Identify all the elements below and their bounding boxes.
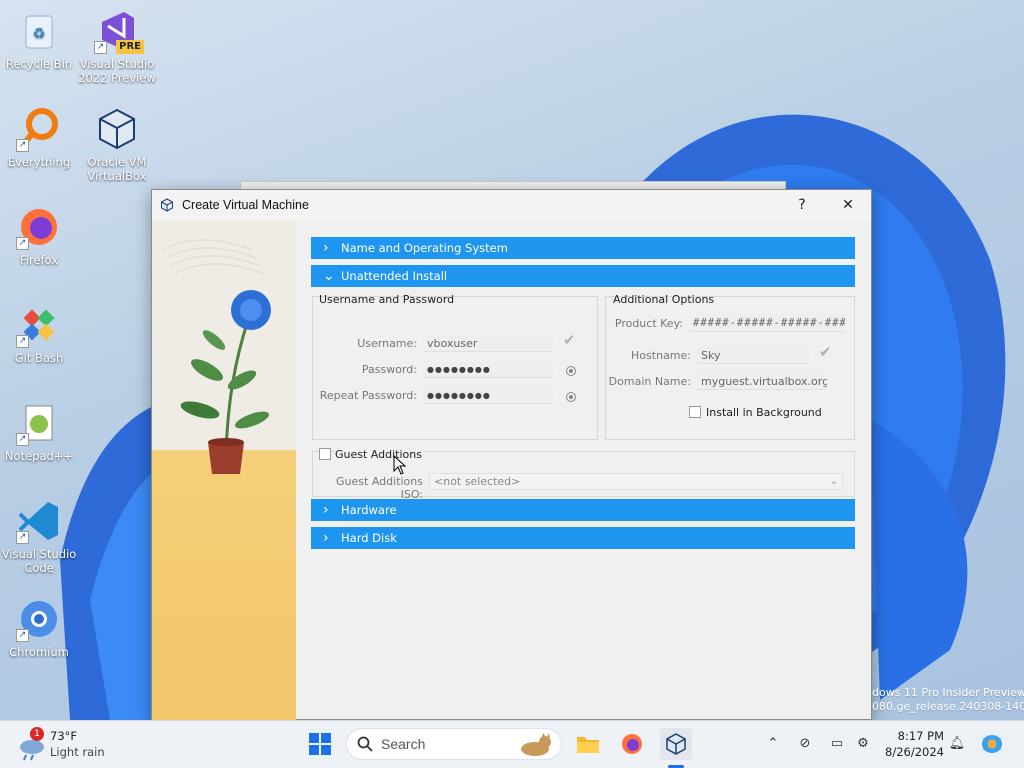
- section-name-and-os[interactable]: › Name and Operating System: [311, 237, 855, 259]
- guest-additions-checkbox[interactable]: [319, 448, 331, 460]
- desktop-icon-chromium[interactable]: ↗ Chromium: [0, 596, 78, 659]
- wizard-content: › Name and Operating System ⌄ Unattended…: [311, 237, 855, 555]
- hostname-input[interactable]: Sky: [697, 347, 809, 364]
- shortcut-arrow-icon: ↗: [16, 335, 29, 348]
- shortcut-arrow-icon: ↗: [16, 139, 29, 152]
- desktop-icon-virtualbox[interactable]: Oracle VM VirtualBox: [78, 106, 156, 183]
- search-label: Search: [381, 736, 426, 752]
- install-in-background-checkbox[interactable]: [689, 406, 701, 418]
- show-hidden-icons-chevron-up-icon[interactable]: ⌃: [764, 734, 782, 752]
- section-hard-disk[interactable]: › Hard Disk: [311, 527, 855, 549]
- chevron-right-icon: ›: [323, 530, 329, 546]
- create-vm-dialog: Create Virtual Machine ? ✕ › Name and Op…: [151, 189, 872, 720]
- username-valid-check-icon: ✔: [563, 331, 576, 349]
- recycle-bin-icon: ♻: [16, 8, 62, 54]
- desktop-icon-recycle-bin[interactable]: ♻ Recycle Bin: [0, 8, 78, 71]
- desktop-icon-everything[interactable]: ↗ Everything: [0, 106, 78, 169]
- magnifier-icon: ↗: [16, 106, 62, 152]
- taskbar-clock[interactable]: 8:17 PM 8/26/2024: [880, 728, 944, 760]
- display-icon[interactable]: ▭: [828, 734, 846, 752]
- hostname-valid-check-icon: ✔: [819, 343, 832, 361]
- copilot-icon: [982, 735, 1002, 753]
- guest-additions-label[interactable]: Guest Additions: [335, 448, 425, 461]
- desktop-icon-visual-studio-preview[interactable]: PRE ↗ Visual Studio 2022 Preview: [78, 8, 156, 85]
- search-icon: [357, 736, 373, 752]
- desktop-icon-notepad-plus-plus[interactable]: ↗ Notepad++: [0, 400, 78, 463]
- windows-watermark: dows 11 Pro Insider Preview 080.ge_relea…: [872, 686, 1024, 713]
- weather-alert-badge: 1: [30, 727, 44, 741]
- dialog-title: Create Virtual Machine: [182, 198, 309, 212]
- weather-widget[interactable]: 1 73°F Light rain: [14, 727, 124, 763]
- taskbar-virtualbox[interactable]: [660, 728, 692, 760]
- wizard-side-illustration: [152, 220, 296, 720]
- section-unattended-install[interactable]: ⌄ Unattended Install: [311, 265, 855, 287]
- guest-additions-iso-select[interactable]: <not selected> ⌄: [429, 473, 843, 490]
- dialog-titlebar[interactable]: Create Virtual Machine ? ✕: [152, 190, 871, 220]
- install-in-background-label[interactable]: Install in Background: [706, 406, 822, 419]
- shortcut-arrow-icon: ↗: [16, 531, 29, 544]
- username-label: Username:: [357, 337, 417, 350]
- plant-illustration: [161, 239, 271, 474]
- desktop-icon-vscode[interactable]: ↗ Visual Studio Code: [0, 498, 78, 575]
- username-password-title: Username and Password: [319, 293, 455, 306]
- notepad-icon: ↗: [16, 400, 62, 446]
- password-reveal-icon[interactable]: [566, 366, 576, 376]
- chevron-right-icon: ›: [323, 502, 329, 518]
- guest-additions-iso-label: Guest Additions ISO:: [336, 475, 423, 501]
- chromium-icon: ↗: [16, 596, 62, 642]
- desktop-icon-git-bash[interactable]: ↗ Git Bash: [0, 302, 78, 365]
- help-button[interactable]: ?: [779, 190, 825, 220]
- accessibility-icon[interactable]: ⚙: [854, 734, 872, 752]
- taskbar-file-explorer[interactable]: [572, 728, 604, 760]
- windows-logo-icon: [309, 733, 331, 755]
- virtualbox-cube-icon: [94, 106, 140, 152]
- svg-text:♻: ♻: [33, 26, 46, 42]
- visual-studio-icon: PRE ↗: [94, 8, 144, 54]
- repeat-password-reveal-icon[interactable]: [566, 392, 576, 402]
- virtualbox-icon: [161, 198, 173, 212]
- unattended-body: Username and Password Username: vboxuser…: [311, 293, 855, 501]
- firefox-icon: [622, 734, 642, 754]
- shortcut-arrow-icon: ↗: [94, 41, 107, 54]
- domain-name-label: Domain Name:: [608, 375, 691, 388]
- guest-additions-iso-value: <not selected>: [434, 475, 521, 488]
- additional-options-title: Additional Options: [613, 293, 715, 306]
- start-button[interactable]: [304, 728, 336, 760]
- search-highlight-cat-icon: [521, 733, 551, 756]
- git-diamond-icon: ↗: [16, 302, 62, 348]
- password-label: Password:: [361, 363, 417, 376]
- pre-badge: PRE: [116, 40, 144, 54]
- repeat-password-input[interactable]: ●●●●●●●●: [423, 387, 553, 404]
- notifications-bell-icon[interactable]: 🔔︎: [948, 734, 966, 752]
- copilot-button[interactable]: [976, 728, 1008, 760]
- vscode-icon: ↗: [16, 498, 62, 544]
- desktop-icon-firefox[interactable]: ↗ Firefox: [0, 204, 78, 267]
- shortcut-arrow-icon: ↗: [16, 629, 29, 642]
- chevron-down-icon: ⌄: [829, 476, 838, 487]
- section-hardware[interactable]: › Hardware: [311, 499, 855, 521]
- network-offline-icon[interactable]: ⊘: [796, 734, 814, 752]
- chevron-down-icon: ⌄: [323, 268, 335, 284]
- chevron-right-icon: ›: [323, 240, 329, 256]
- repeat-password-label: Repeat Password:: [319, 389, 417, 402]
- username-input[interactable]: vboxuser: [423, 335, 553, 352]
- taskbar-firefox[interactable]: [616, 728, 648, 760]
- product-key-input[interactable]: #####-#####-#####-###: [689, 315, 845, 332]
- weather-condition: Light rain: [50, 745, 105, 759]
- hostname-label: Hostname:: [631, 349, 691, 362]
- firefox-icon: ↗: [16, 204, 62, 250]
- domain-name-input[interactable]: myguest.virtualbox.org: [697, 373, 827, 390]
- shortcut-arrow-icon: ↗: [16, 433, 29, 446]
- virtualbox-cube-icon: [666, 733, 686, 755]
- folder-icon: [577, 737, 599, 753]
- product-key-label: Product Key:: [614, 317, 683, 330]
- weather-temperature: 73°F: [50, 729, 77, 743]
- taskbar-search[interactable]: Search: [346, 728, 562, 760]
- mouse-cursor-icon: [393, 455, 407, 475]
- close-button[interactable]: ✕: [825, 190, 871, 220]
- password-input[interactable]: ●●●●●●●●: [423, 361, 553, 378]
- shortcut-arrow-icon: ↗: [16, 237, 29, 250]
